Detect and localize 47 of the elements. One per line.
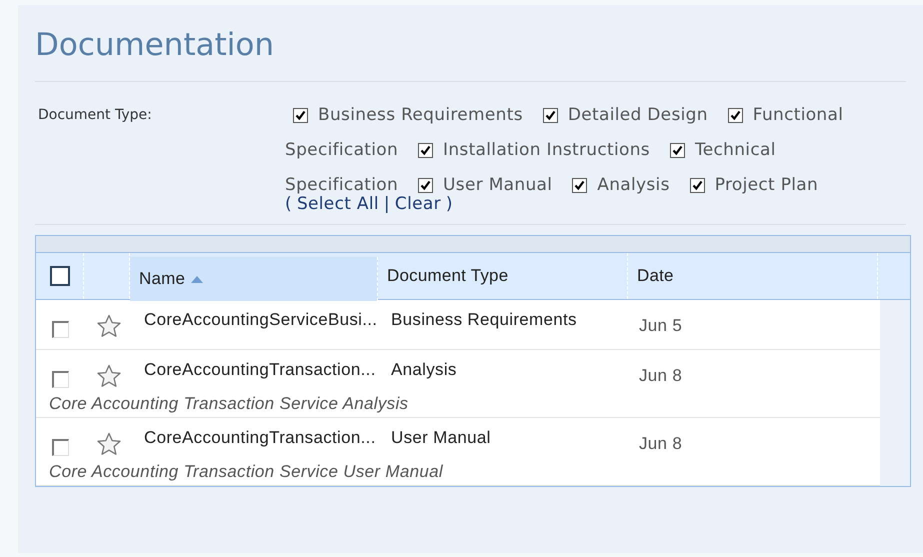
table-cell: Jun 5: [639, 316, 682, 335]
select-all-link[interactable]: Select All: [296, 194, 379, 214]
column-header[interactable]: Document Type: [378, 253, 628, 299]
option-label: Installation Instructions: [443, 140, 650, 160]
filter-label: Document Type:: [37, 106, 153, 125]
paren-text: (: [285, 194, 292, 214]
table-cell: Jun 8: [639, 434, 682, 453]
checkbox[interactable]: [728, 108, 743, 123]
sort-ascending-icon: [191, 276, 204, 282]
checkbox[interactable]: [690, 178, 705, 193]
column-header[interactable]: Name: [130, 257, 378, 301]
option-label: Technical: [694, 140, 776, 160]
table-cell: Business Requirements: [391, 310, 577, 329]
option-label: Detailed Design: [568, 105, 708, 125]
table-cell[interactable]: CoreAccountingTransaction...: [144, 360, 376, 379]
checkbox[interactable]: [418, 142, 434, 158]
option-label: Specification: [285, 140, 398, 160]
star-icon[interactable]: [96, 314, 122, 338]
checkbox[interactable]: [293, 108, 308, 123]
checkbox[interactable]: [572, 178, 588, 193]
option-label: Business Requirements: [318, 105, 523, 125]
description-text: Core Accounting Transaction Service User Manual: [49, 462, 443, 481]
checkbox[interactable]: [418, 178, 434, 193]
option-label: Functional: [752, 105, 844, 125]
star-icon[interactable]: [96, 432, 122, 456]
checkbox[interactable]: [52, 439, 68, 456]
option-label: Specification: [285, 175, 398, 195]
separator-text: |: [384, 194, 390, 214]
page-title: Documentation: [35, 27, 906, 82]
table-cell: Analysis: [391, 360, 457, 379]
option-label: Analysis: [597, 175, 670, 195]
table-cell[interactable]: CoreAccountingTransaction...: [144, 428, 376, 447]
paren-text: ): [446, 194, 453, 214]
checkbox[interactable]: [670, 142, 685, 158]
option-label: User Manual: [443, 175, 552, 195]
table-cell: User Manual: [391, 428, 491, 447]
table-cell: Jun 8: [639, 366, 682, 385]
description-text: Core Accounting Transaction Service Analysis: [49, 394, 408, 413]
star-icon[interactable]: [96, 364, 122, 388]
checkbox[interactable]: [52, 371, 68, 388]
option-label: Project Plan: [714, 175, 818, 195]
checkbox[interactable]: [52, 321, 68, 338]
table-cell[interactable]: CoreAccountingServiceBusi...: [144, 310, 378, 329]
checkbox[interactable]: [542, 108, 558, 123]
column-header[interactable]: Date: [628, 253, 878, 299]
checkbox[interactable]: [50, 266, 70, 286]
clear-link[interactable]: Clear: [394, 194, 441, 214]
